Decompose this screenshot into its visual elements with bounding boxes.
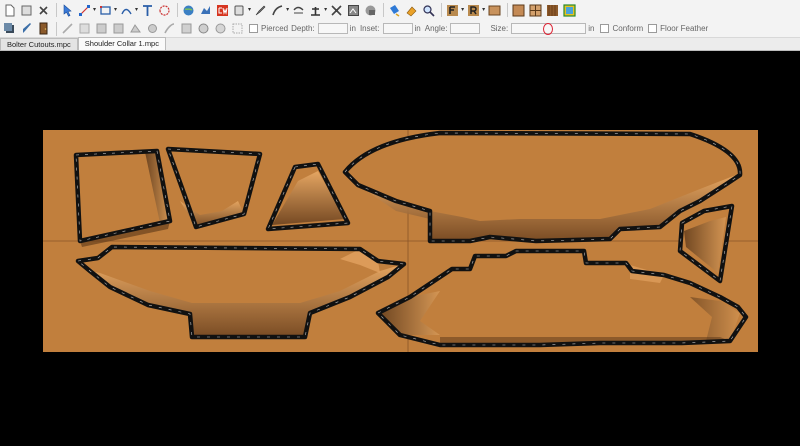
chevron-down-icon[interactable]: ▾ bbox=[482, 7, 485, 13]
cut-tool-icon[interactable] bbox=[60, 21, 75, 36]
relief-icon[interactable] bbox=[179, 21, 194, 36]
inset-unit: in bbox=[414, 24, 421, 33]
floor-feather-checkbox[interactable] bbox=[648, 24, 658, 33]
chevron-down-icon[interactable]: ▾ bbox=[93, 7, 96, 13]
rotate-r-icon[interactable] bbox=[466, 3, 481, 18]
symmetry-icon[interactable] bbox=[308, 3, 323, 18]
toolbar-separator bbox=[177, 3, 179, 17]
node-edit-icon[interactable] bbox=[77, 3, 92, 18]
door-icon[interactable] bbox=[36, 21, 51, 36]
inset-input[interactable] bbox=[382, 23, 413, 34]
pierced-label: Pierced bbox=[261, 24, 289, 33]
lace-icon[interactable] bbox=[230, 21, 245, 36]
chevron-down-icon[interactable]: ▾ bbox=[114, 7, 117, 13]
spiral-icon[interactable] bbox=[157, 3, 172, 18]
stamp-icon[interactable] bbox=[94, 21, 109, 36]
texture-tool-icon[interactable] bbox=[111, 21, 126, 36]
toolbar-separator bbox=[383, 3, 385, 17]
model-viewport[interactable] bbox=[0, 51, 800, 446]
cross-move-icon[interactable] bbox=[329, 3, 344, 18]
size-input[interactable] bbox=[511, 23, 587, 35]
mask-icon[interactable] bbox=[346, 3, 361, 18]
open-file-icon[interactable] bbox=[19, 3, 34, 18]
tab-shoulder-collar[interactable]: Shoulder Collar 1.mpc bbox=[77, 37, 166, 50]
conform-checkbox[interactable] bbox=[600, 24, 610, 33]
relief-canvas[interactable] bbox=[0, 51, 800, 446]
brush-icon[interactable] bbox=[253, 3, 268, 18]
toolbar-separator bbox=[56, 3, 57, 17]
vector-shape-icon[interactable] bbox=[232, 3, 247, 18]
warp-icon[interactable] bbox=[196, 21, 211, 36]
eraser-icon[interactable] bbox=[404, 3, 419, 18]
depth-label: Depth: bbox=[291, 24, 315, 33]
render-icon[interactable] bbox=[487, 3, 502, 18]
layers-icon[interactable] bbox=[2, 21, 17, 36]
cw-icon[interactable] bbox=[215, 3, 230, 18]
select-arrow-icon[interactable] bbox=[60, 3, 75, 18]
grid-view-icon[interactable] bbox=[528, 3, 543, 18]
drape-icon[interactable] bbox=[363, 3, 378, 18]
material-icon[interactable] bbox=[511, 3, 526, 18]
toolbar-separator bbox=[56, 21, 57, 36]
tab-bolter-cutouts[interactable]: Bolter Cutouts.mpc bbox=[0, 38, 78, 50]
chevron-down-icon[interactable]: ▾ bbox=[324, 7, 327, 13]
inset-label: Inset: bbox=[359, 24, 380, 33]
options-toolbar: Pierced Depth: in Inset: in Angle: Size:… bbox=[0, 20, 800, 38]
globe-icon[interactable] bbox=[181, 3, 196, 18]
wood-texture-icon[interactable] bbox=[545, 3, 560, 18]
new-file-icon[interactable] bbox=[2, 3, 17, 18]
arc-icon[interactable] bbox=[119, 3, 134, 18]
feather-icon[interactable] bbox=[162, 21, 177, 36]
main-toolbar: ▾ ▾ ▾ ▾ ▾ ▾ ▾ ▾ bbox=[0, 0, 800, 20]
flip-f-icon[interactable] bbox=[445, 3, 460, 18]
close-icon[interactable] bbox=[36, 3, 51, 18]
rectangle-icon[interactable] bbox=[98, 3, 113, 18]
chevron-down-icon[interactable]: ▾ bbox=[286, 7, 289, 13]
smooth-icon[interactable] bbox=[145, 21, 160, 36]
chevron-down-icon[interactable]: ▾ bbox=[135, 7, 138, 13]
lk-icon[interactable] bbox=[562, 3, 577, 18]
toolbar-separator bbox=[507, 3, 509, 17]
size-label: Size: bbox=[490, 24, 509, 33]
chevron-down-icon[interactable]: ▾ bbox=[461, 7, 464, 13]
paint-bucket-icon[interactable] bbox=[387, 3, 402, 18]
conform-label: Conform bbox=[612, 24, 644, 33]
toolbar-separator bbox=[441, 3, 443, 17]
shell-icon[interactable] bbox=[213, 21, 228, 36]
slice-icon[interactable] bbox=[128, 21, 143, 36]
bevel-tool-icon[interactable] bbox=[77, 21, 92, 36]
zoom-icon[interactable] bbox=[421, 3, 436, 18]
depth-unit: in bbox=[349, 24, 356, 33]
text-tool-icon[interactable] bbox=[140, 3, 155, 18]
angle-input[interactable] bbox=[450, 23, 481, 34]
bitmap-icon[interactable] bbox=[198, 3, 213, 18]
chevron-down-icon[interactable]: ▾ bbox=[248, 7, 251, 13]
angle-label: Angle: bbox=[424, 24, 448, 33]
paint-brush-icon[interactable] bbox=[19, 21, 34, 36]
merge-icon[interactable] bbox=[291, 3, 306, 18]
sculpt-icon[interactable] bbox=[270, 3, 285, 18]
size-unit: in bbox=[588, 24, 595, 33]
depth-input[interactable] bbox=[317, 23, 348, 34]
document-tabs: Bolter Cutouts.mpc Shoulder Collar 1.mpc bbox=[0, 37, 800, 51]
cursor-icon bbox=[543, 23, 554, 35]
floor-feather-label: Floor Feather bbox=[660, 24, 709, 33]
pierced-checkbox[interactable] bbox=[249, 24, 258, 33]
